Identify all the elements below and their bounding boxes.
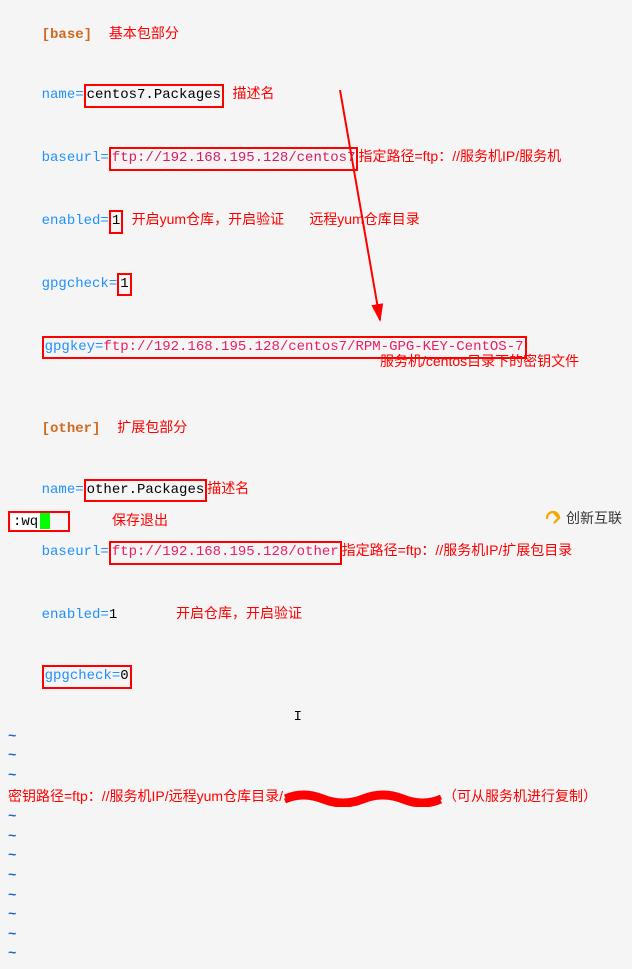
cursor-icon — [40, 513, 50, 529]
val-other-baseurl: ftp://192.168.195.128/other — [112, 544, 339, 560]
anno-other-enable: 开启仓库，开启验证 — [176, 605, 302, 621]
val-enabled: 1 — [112, 213, 120, 229]
line-gpgkey: gpgkey=ftp://192.168.195.128/centos7/RPM… — [8, 316, 624, 379]
val-gpgcheck: 1 — [120, 276, 128, 292]
anno-enable: 开启yum仓库，开启验证 — [132, 211, 284, 227]
vim-command-line[interactable]: :wq 保存退出 — [8, 510, 168, 532]
vim-tilde: ~ — [8, 946, 16, 962]
key-enabled: enabled= — [42, 213, 109, 229]
anno-other-section: 扩展包部分 — [117, 419, 187, 435]
key-other-enabled: enabled= — [42, 607, 109, 623]
line-enabled: enabled=1 开启yum仓库，开启验证 远程yum仓库目录 — [8, 190, 624, 253]
logo-icon — [544, 509, 562, 527]
vim-command: :wq — [11, 514, 40, 530]
key-other-name: name= — [42, 482, 84, 498]
anno-baseurl: 指定路径=ftp：//服务机IP/服务机 — [358, 148, 561, 164]
val-other-name: other.Packages — [87, 482, 205, 498]
scribble-icon — [283, 787, 443, 807]
section-other: [other] — [42, 421, 101, 437]
anno-gpgkey-path: 密钥路径=ftp：//服务机IP/远程yum仓库目录/ — [8, 788, 283, 804]
text-cursor-icon: I — [294, 708, 302, 728]
line-base-name: name=centos7.Packages 描述名 — [8, 65, 624, 128]
vim-tilde: ~ — [8, 907, 16, 923]
vim-tilde: ~ — [8, 888, 16, 904]
key-gpgkey: gpgkey= — [45, 339, 104, 355]
line-other-gpgcheck: gpgcheck=0 — [8, 645, 624, 708]
line-gpgcheck: gpgcheck=1 — [8, 253, 624, 316]
val-other-gpgcheck: 0 — [120, 668, 128, 684]
vim-editor: [base] 基本包部分 name=centos7.Packages 描述名 b… — [0, 0, 632, 969]
line-other-section: [other] 扩展包部分 — [8, 398, 624, 459]
anno-save-exit: 保存退出 — [112, 512, 168, 528]
anno-other-baseurl: 指定路径=ftp：//服务机IP/扩展包目录 — [342, 542, 573, 558]
key-name: name= — [42, 87, 84, 103]
key-other-baseurl: baseurl= — [42, 544, 109, 560]
key-gpgcheck: gpgcheck= — [42, 276, 118, 292]
val-name: centos7.Packages — [87, 87, 221, 103]
val-baseurl: ftp://192.168.195.128/centos7 — [112, 150, 356, 166]
section-base: [base] — [42, 27, 92, 43]
vim-tilde: ~ — [8, 809, 16, 825]
vim-tilde: ~ — [8, 848, 16, 864]
val-gpgkey: ftp://192.168.195.128/centos7/RPM-GPG-KE… — [103, 339, 523, 355]
vim-tilde: ~ — [8, 729, 16, 745]
key-baseurl: baseurl= — [42, 150, 109, 166]
vim-tilde: ~ — [8, 829, 16, 845]
anno-name: 描述名 — [232, 85, 274, 101]
anno-remote-yum: 远程yum仓库目录 — [309, 211, 419, 227]
caret-line: I — [8, 708, 624, 728]
vim-tilde: ~ — [8, 868, 16, 884]
key-other-gpgcheck: gpgcheck= — [45, 668, 121, 684]
vim-tilde: ~ — [8, 748, 16, 764]
anno-gpgkey-tail: （可从服务机进行复制） — [443, 788, 597, 804]
vim-tilde: ~ — [8, 927, 16, 943]
line-other-enabled: enabled=1 开启仓库，开启验证 — [8, 585, 624, 646]
vim-tilde: ~ — [8, 768, 16, 784]
logo-text: 创新互联 — [566, 508, 622, 528]
val-other-enabled: 1 — [109, 607, 117, 623]
anno-other-name: 描述名 — [207, 480, 249, 496]
line-base-url: baseurl=ftp://192.168.195.128/centos7指定路… — [8, 128, 624, 191]
watermark-logo: 创新互联 — [544, 508, 622, 528]
line-base-section: [base] 基本包部分 — [8, 4, 624, 65]
anno-base-section: 基本包部分 — [109, 25, 179, 41]
